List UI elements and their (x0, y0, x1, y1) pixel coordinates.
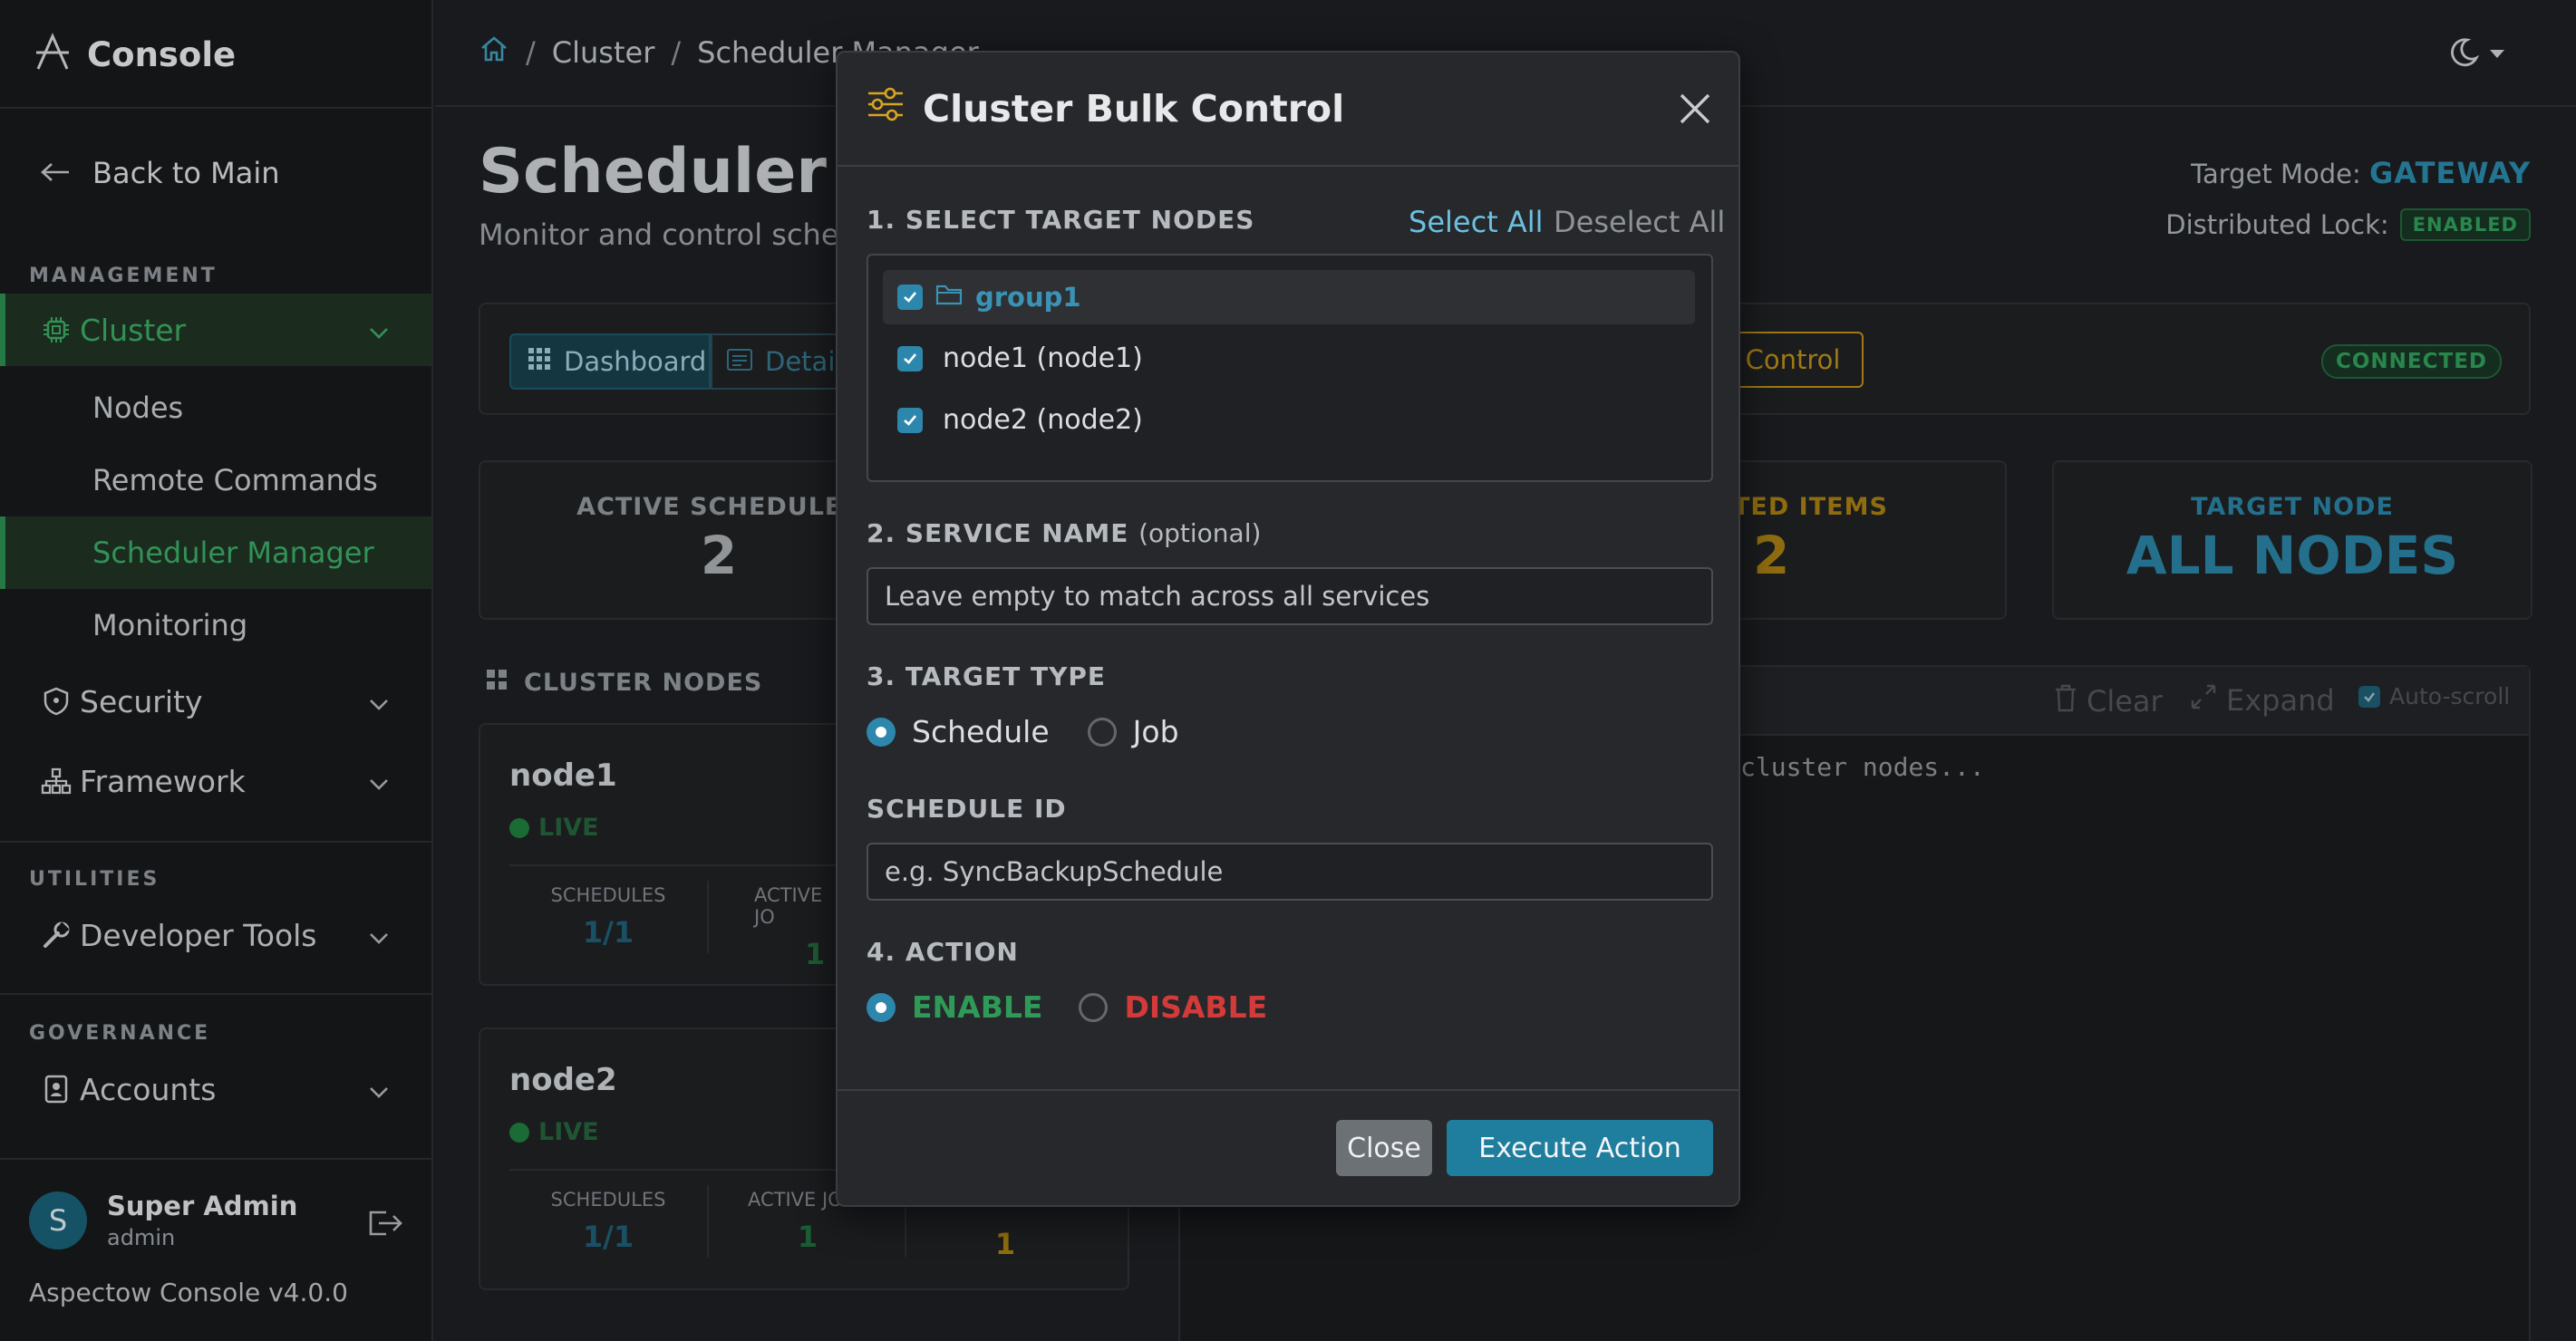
section-heading: 3. TARGET TYPE (867, 661, 1107, 691)
folder-icon (935, 282, 963, 313)
radio-label: Job (1132, 714, 1179, 749)
dialog-title-text: Cluster Bulk Control (923, 87, 1345, 130)
checkbox-checked-icon[interactable] (897, 345, 923, 371)
close-icon[interactable] (1677, 91, 1713, 127)
radio-schedule[interactable] (867, 717, 896, 747)
radio-label: DISABLE (1124, 989, 1268, 1025)
execute-action-button[interactable]: Execute Action (1447, 1120, 1713, 1176)
schedule-id-input[interactable]: e.g. SyncBackupSchedule (867, 843, 1713, 901)
checkbox-checked-icon[interactable] (897, 407, 923, 433)
section-heading: 2. SERVICE NAME (optional) (867, 518, 1261, 548)
node-tree: group1 node1 (node1) node2 (node2) (867, 254, 1713, 482)
node-checkbox-row[interactable]: node2 (node2) (897, 404, 1143, 436)
node-checkbox-row[interactable]: node1 (node1) (897, 342, 1143, 374)
deselect-all-link[interactable]: Deselect All (1554, 205, 1725, 239)
node-label: node1 (node1) (943, 342, 1143, 374)
dialog-footer-divider (838, 1089, 1738, 1091)
radio-label: Schedule (912, 714, 1050, 749)
checkbox-checked-icon[interactable] (897, 285, 923, 310)
sliders-icon (867, 87, 905, 130)
target-type-group: Schedule Job (867, 714, 1179, 749)
select-all-link[interactable]: Select All (1409, 205, 1544, 239)
section-heading: SCHEDULE ID (867, 794, 1067, 824)
radio-disable[interactable] (1079, 992, 1109, 1022)
dialog-header: Cluster Bulk Control (838, 53, 1738, 167)
action-group: ENABLE DISABLE (867, 989, 1267, 1025)
radio-job[interactable] (1087, 717, 1117, 747)
section-heading: 4. ACTION (867, 937, 1019, 967)
radio-label: ENABLE (912, 989, 1043, 1025)
radio-enable[interactable] (867, 992, 896, 1022)
node-label: node2 (node2) (943, 404, 1143, 436)
close-button[interactable]: Close (1336, 1120, 1432, 1176)
section-heading: 1. SELECT TARGET NODES (867, 205, 1255, 235)
group-label: group1 (975, 282, 1081, 313)
group-row[interactable]: group1 (883, 270, 1695, 324)
section-heading-text: 2. SERVICE NAME (867, 518, 1129, 548)
bulk-control-dialog: Cluster Bulk Control 1. SELECT TARGET NO… (836, 51, 1740, 1207)
dialog-title: Cluster Bulk Control (867, 87, 1344, 130)
optional-hint: (optional) (1138, 518, 1262, 548)
service-name-input[interactable]: Leave empty to match across all services (867, 567, 1713, 625)
